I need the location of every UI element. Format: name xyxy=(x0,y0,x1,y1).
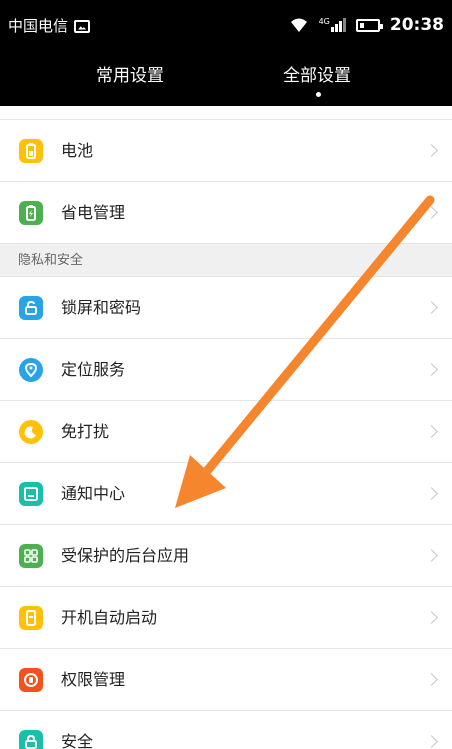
apps-icon xyxy=(19,543,43,568)
chevron-right-icon xyxy=(425,735,438,748)
status-indicators: 4G 20:38 xyxy=(289,14,444,36)
settings-item-label: 权限管理 xyxy=(61,669,126,689)
settings-item-label: 电池 xyxy=(61,140,94,160)
status-bar: 中国电信 4G 20:38 xyxy=(0,0,452,54)
chevron-right-icon xyxy=(425,611,438,624)
power-saving-icon xyxy=(19,200,43,225)
tab-common-settings[interactable]: 常用设置 xyxy=(96,64,164,88)
settings-item-label: 受保护的后台应用 xyxy=(61,545,190,565)
chevron-right-icon xyxy=(425,549,438,562)
settings-item-security[interactable]: 安全 xyxy=(0,711,452,749)
settings-item-label: 开机自动启动 xyxy=(61,607,158,627)
network-type-label: 4G xyxy=(318,17,330,26)
chevron-right-icon xyxy=(425,673,438,686)
settings-item-permissions[interactable]: 权限管理 xyxy=(0,649,452,711)
list-item-partial xyxy=(0,106,452,120)
settings-list: 电池 省电管理 隐私和安全 锁屏和密码 定位服务 免打扰 通知中心 受保护的后台… xyxy=(0,106,452,749)
chevron-right-icon xyxy=(425,301,438,314)
clock: 20:38 xyxy=(389,15,444,35)
settings-item-label: 锁屏和密码 xyxy=(61,297,142,317)
chevron-right-icon xyxy=(425,206,438,219)
settings-item-battery[interactable]: 电池 xyxy=(0,120,452,182)
picture-notification-icon xyxy=(74,19,91,33)
settings-item-label: 通知中心 xyxy=(61,483,126,503)
settings-item-location[interactable]: 定位服务 xyxy=(0,339,452,401)
carrier-name: 中国电信 xyxy=(8,17,69,35)
battery-icon xyxy=(19,138,43,163)
autostart-icon xyxy=(19,605,43,630)
settings-item-label: 安全 xyxy=(61,731,94,749)
permissions-icon xyxy=(19,667,43,692)
settings-item-autostart[interactable]: 开机自动启动 xyxy=(0,587,452,649)
settings-item-notifications[interactable]: 通知中心 xyxy=(0,463,452,525)
notification-icon xyxy=(19,481,43,506)
settings-item-label: 定位服务 xyxy=(61,359,126,379)
signal-icon: 4G xyxy=(319,18,346,32)
settings-item-lockscreen[interactable]: 锁屏和密码 xyxy=(0,277,452,339)
wifi-icon xyxy=(290,18,307,32)
security-icon xyxy=(19,729,43,749)
moon-icon xyxy=(19,419,43,444)
settings-item-dnd[interactable]: 免打扰 xyxy=(0,401,452,463)
section-header-privacy: 隐私和安全 xyxy=(0,244,452,277)
tab-all-settings[interactable]: 全部设置 xyxy=(283,64,351,88)
lock-icon xyxy=(19,295,43,320)
settings-tab-bar: 常用设置 全部设置 xyxy=(0,54,452,106)
settings-item-power-saving[interactable]: 省电管理 xyxy=(0,182,452,244)
chevron-right-icon xyxy=(425,363,438,376)
chevron-right-icon xyxy=(425,144,438,157)
settings-item-protected-apps[interactable]: 受保护的后台应用 xyxy=(0,525,452,587)
settings-item-label: 省电管理 xyxy=(61,202,126,222)
chevron-right-icon xyxy=(425,487,438,500)
settings-item-label: 免打扰 xyxy=(61,421,110,441)
location-pin-icon xyxy=(19,357,43,382)
carrier-area: 中国电信 xyxy=(8,16,91,36)
tab-selected-indicator xyxy=(316,92,321,97)
chevron-right-icon xyxy=(425,425,438,438)
battery-status-icon xyxy=(355,18,383,32)
